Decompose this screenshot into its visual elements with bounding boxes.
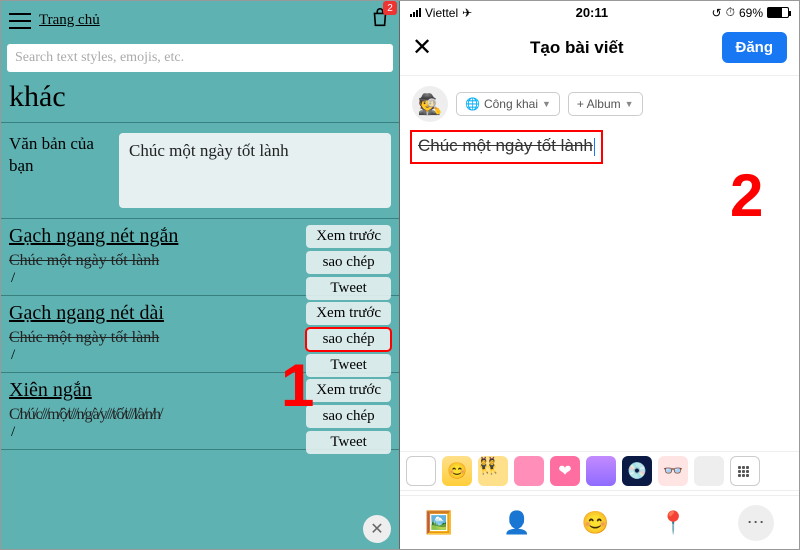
compose-title: Tạo bài viết — [432, 38, 721, 58]
album-chip[interactable]: + Album▼ — [568, 92, 643, 116]
carrier-label: Viettel — [425, 6, 458, 20]
tweet-button[interactable]: Tweet — [306, 431, 391, 454]
style-sample: Chúc một ngày tốt lành — [9, 252, 159, 270]
bg-option[interactable]: 👓 — [658, 456, 688, 486]
bg-option[interactable] — [586, 456, 616, 486]
tag-people-action[interactable]: 👤 — [503, 510, 530, 536]
shop-icon[interactable]: 2 — [369, 7, 391, 34]
shop-badge: 2 — [383, 1, 397, 15]
bg-option[interactable]: 👯 — [478, 456, 508, 486]
search-input[interactable] — [7, 44, 393, 72]
sao-chép-button[interactable]: sao chép — [306, 328, 391, 351]
avatar[interactable]: 🕵️ — [412, 86, 448, 122]
bg-option[interactable]: 💿 — [622, 456, 652, 486]
xem-trước-button[interactable]: Xem trước — [306, 379, 391, 402]
menu-icon[interactable] — [9, 13, 31, 29]
background-picker[interactable]: 😊 👯 ❤ 💿 👓 — [400, 451, 799, 491]
xem-trước-button[interactable]: Xem trước — [306, 225, 391, 248]
sao-chép-button[interactable]: sao chép — [306, 405, 391, 428]
bg-option[interactable] — [514, 456, 544, 486]
step-annotation: 2 — [730, 161, 763, 230]
home-link[interactable]: Trang chủ — [39, 12, 100, 29]
more-action[interactable]: ⋯ — [738, 505, 774, 541]
bg-option[interactable]: 😊 — [442, 456, 472, 486]
compose-text[interactable]: Chúc một ngày tốt lành — [412, 132, 601, 162]
privacy-chip[interactable]: 🌐Công khai▼ — [456, 92, 560, 116]
your-text-label: Văn bản của bạn — [9, 133, 109, 208]
clock: 20:11 — [576, 5, 609, 20]
close-fab[interactable]: ✕ — [363, 515, 391, 543]
bg-option[interactable] — [694, 456, 724, 486]
bg-option[interactable] — [406, 456, 436, 486]
battery-pct: 69% — [739, 6, 763, 20]
page-heading: khác — [1, 80, 399, 123]
sao-chép-button[interactable]: sao chép — [306, 251, 391, 274]
style-sample: C̸h̸ú̸c̸/̸m̸ộ̸t̸/̸n̸g̸à̸y̸/̸t̸ố̸t̸/̸l̸à̸… — [9, 406, 161, 424]
photo-action[interactable]: 🖼️ — [425, 510, 452, 536]
your-text-input[interactable]: Chúc một ngày tốt lành — [119, 133, 391, 208]
location-action[interactable]: 📍 — [660, 510, 687, 536]
close-icon[interactable]: ✕ — [412, 33, 432, 62]
bg-option[interactable]: ❤ — [550, 456, 580, 486]
status-bar: Viettel ✈ 20:11 ↺ ⏱ 69% — [400, 1, 799, 22]
bg-more[interactable] — [730, 456, 760, 486]
xem-trước-button[interactable]: Xem trước — [306, 302, 391, 325]
style-sample: Chúc một ngày tốt lành — [9, 329, 159, 347]
feeling-action[interactable]: 😊 — [581, 510, 608, 536]
post-button[interactable]: Đăng — [722, 32, 788, 63]
